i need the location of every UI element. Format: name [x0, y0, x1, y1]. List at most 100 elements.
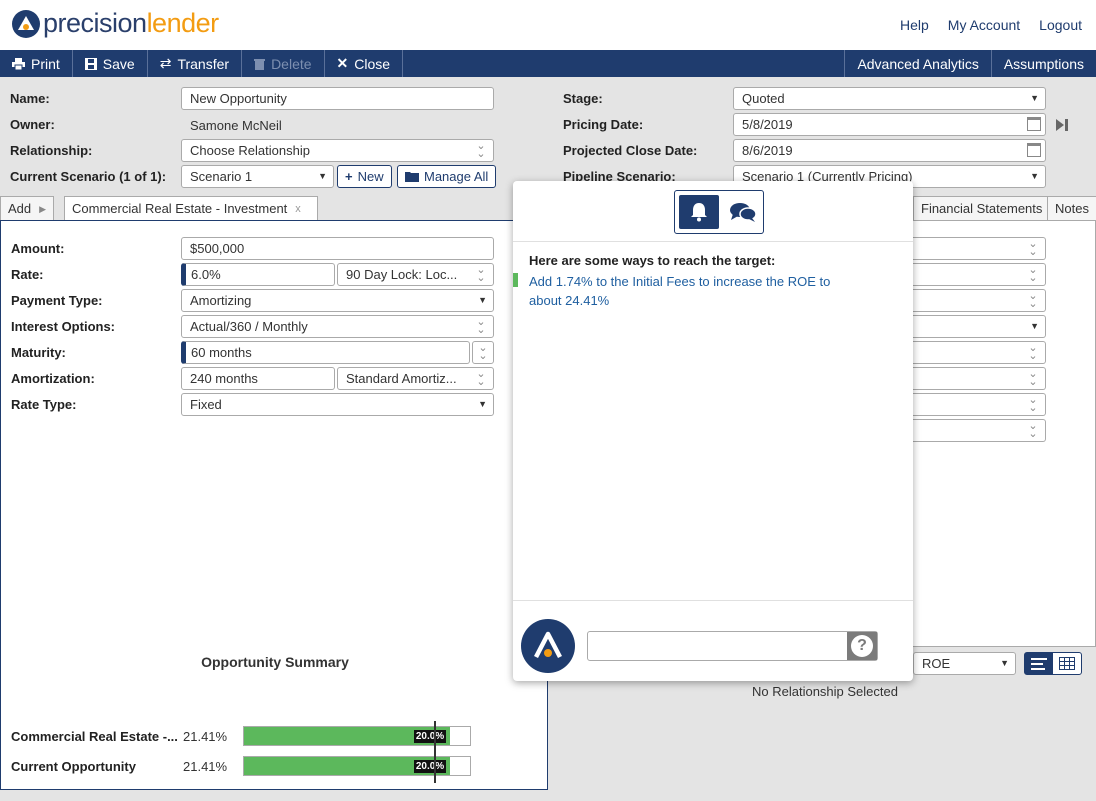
caret-down-icon: ▼ [478, 399, 487, 409]
calendar-icon[interactable] [1027, 117, 1041, 131]
interest-options-label: Interest Options: [11, 319, 116, 334]
metric-select-value: ROE [922, 656, 951, 671]
double-chevron-down-icon: ⌄ ⌄ [476, 264, 486, 284]
stage-select-value: Quoted [742, 91, 785, 106]
financial-panel: ⌄ ⌄ ⌄ ⌄ ⌄ ⌄ ▼ ⌄ ⌄ ⌄ ⌄ ⌄ ⌄ ⌄ ⌄ [909, 220, 1096, 647]
assistant-logo-icon [534, 631, 562, 659]
double-chevron-down-icon: ⌄ ⌄ [1028, 264, 1038, 284]
chat-input[interactable]: ? [587, 631, 878, 661]
owner-value: Samone McNeil [190, 118, 282, 133]
rate-type-select[interactable]: Fixed ▼ [181, 393, 494, 416]
rate-lock-value: 90 Day Lock: Loc... [346, 267, 458, 282]
loan-details-panel: Amount: $500,000 Rate: 6.0% 90 Day Lock:… [0, 220, 548, 790]
pricing-date-value: 5/8/2019 [742, 117, 793, 132]
summary-row: Current Opportunity 21.41% 20.0% [11, 751, 471, 783]
no-relationship-text: No Relationship Selected [752, 684, 898, 699]
hidden-field-select[interactable]: ⌄ ⌄ [909, 237, 1046, 260]
hidden-field-select[interactable]: ⌄ ⌄ [909, 341, 1046, 364]
scenario-select[interactable]: Scenario 1 ▼ [181, 165, 334, 188]
projected-close-date-input[interactable]: 8/6/2019 [733, 139, 1046, 162]
tab-close-icon[interactable]: x [295, 198, 301, 220]
double-chevron-down-icon: ⌄ ⌄ [1028, 368, 1038, 388]
summary-row-percent: 21.41% [183, 728, 228, 744]
amount-input[interactable]: $500,000 [181, 237, 494, 260]
scenario-select-value: Scenario 1 [190, 169, 253, 184]
main-toolbar: Print Save ⇄ Transfer Delete ✕ Close Adv… [0, 50, 1096, 77]
double-chevron-down-icon: ⌄ ⌄ [476, 368, 486, 388]
view-toggle [1024, 652, 1082, 675]
caret-down-icon: ▼ [1030, 93, 1039, 103]
owner-label: Owner: [10, 117, 55, 132]
amortization-type-select[interactable]: Standard Amortiz... ⌄ ⌄ [337, 367, 494, 390]
chat-bubbles-icon [730, 203, 757, 222]
grid-view-icon[interactable] [1053, 653, 1081, 674]
chat-tab[interactable] [723, 191, 763, 233]
assumptions-button[interactable]: Assumptions [990, 50, 1096, 77]
metric-select[interactable]: ROE ▼ [913, 652, 1016, 675]
add-tab[interactable]: Add ▶ [0, 196, 55, 220]
skip-forward-icon[interactable] [1055, 118, 1069, 132]
delete-button[interactable]: Delete [242, 50, 325, 77]
roe-bar: 20.0% [243, 721, 471, 753]
tab-notes[interactable]: Notes [1047, 196, 1096, 220]
help-button[interactable]: ? [847, 632, 877, 660]
print-button[interactable]: Print [0, 50, 73, 77]
rate-input[interactable]: 6.0% [181, 263, 335, 286]
precisionlender-logo[interactable]: precisionlender [12, 8, 219, 39]
transfer-button[interactable]: ⇄ Transfer [148, 50, 243, 77]
advanced-analytics-button[interactable]: Advanced Analytics [844, 50, 990, 77]
caret-down-icon: ▼ [1030, 321, 1039, 331]
save-button[interactable]: Save [73, 50, 148, 77]
caret-down-icon: ▼ [318, 171, 327, 181]
caret-down-icon: ▼ [1030, 171, 1039, 181]
double-chevron-down-icon: ⌄ ⌄ [1028, 290, 1038, 310]
close-button[interactable]: ✕ Close [325, 50, 404, 77]
help-link[interactable]: Help [900, 17, 929, 33]
hidden-field-select[interactable]: ⌄ ⌄ [909, 419, 1046, 442]
list-view-icon[interactable] [1025, 653, 1053, 674]
logout-link[interactable]: Logout [1039, 17, 1082, 33]
payment-type-select[interactable]: Amortizing ▼ [181, 289, 494, 312]
hidden-field-select[interactable]: ▼ [909, 315, 1046, 338]
amortization-input[interactable]: 240 months [181, 367, 335, 390]
hidden-field-select[interactable]: ⌄ ⌄ [909, 289, 1046, 312]
new-scenario-button[interactable]: + New [337, 165, 392, 188]
manage-all-button[interactable]: Manage All [397, 165, 497, 188]
hidden-field-select[interactable]: ⌄ ⌄ [909, 393, 1046, 416]
maturity-options-button[interactable]: ⌄ ⌄ [472, 341, 494, 364]
summary-row-percent: 21.41% [183, 758, 228, 774]
divider [513, 241, 913, 242]
interest-options-select[interactable]: Actual/360 / Monthly ⌄ ⌄ [181, 315, 494, 338]
triangle-right-icon: ▶ [39, 203, 47, 214]
roe-bar: 20.0% [243, 751, 471, 783]
folder-icon [405, 172, 419, 182]
double-chevron-down-icon: ⌄ ⌄ [1028, 394, 1038, 414]
summary-row: Commercial Real Estate -... 21.41% 20.0% [11, 721, 471, 753]
toolbar-right-group: Advanced Analytics Assumptions [844, 50, 1096, 77]
summary-row-label: Current Opportunity [11, 758, 136, 774]
hidden-field-select[interactable]: ⌄ ⌄ [909, 263, 1046, 286]
maturity-input[interactable]: 60 months [181, 341, 470, 364]
amount-label: Amount: [11, 241, 65, 256]
projected-close-date-value: 8/6/2019 [742, 143, 793, 158]
hidden-field-select[interactable]: ⌄ ⌄ [909, 367, 1046, 390]
logo-text: precisionlender [43, 8, 219, 38]
close-icon: ✕ [336, 55, 349, 71]
amortization-label: Amortization: [11, 371, 95, 386]
relationship-select[interactable]: Choose Relationship ⌄ ⌄ [181, 139, 494, 162]
my-account-link[interactable]: My Account [948, 17, 1020, 33]
name-input[interactable]: New Opportunity [181, 87, 494, 110]
tab-commercial-real-estate-investment[interactable]: Commercial Real Estate - Investment x [64, 196, 318, 221]
suggestion-link[interactable]: Add 1.74% to the Initial Fees to increas… [529, 272, 849, 310]
pricing-date-input[interactable]: 5/8/2019 [733, 113, 1046, 136]
suggestion-indicator [513, 273, 518, 287]
interest-options-value: Actual/360 / Monthly [190, 319, 308, 334]
calendar-icon[interactable] [1027, 143, 1041, 157]
stage-select[interactable]: Quoted ▼ [733, 87, 1046, 110]
target-label: 20.0% [413, 760, 447, 773]
trash-icon [254, 58, 266, 70]
notifications-tab[interactable] [679, 195, 719, 229]
rate-lock-select[interactable]: 90 Day Lock: Loc... ⌄ ⌄ [337, 263, 494, 286]
tab-financial-statements[interactable]: Financial Statements [913, 196, 1051, 220]
caret-down-icon: ▼ [478, 295, 487, 305]
